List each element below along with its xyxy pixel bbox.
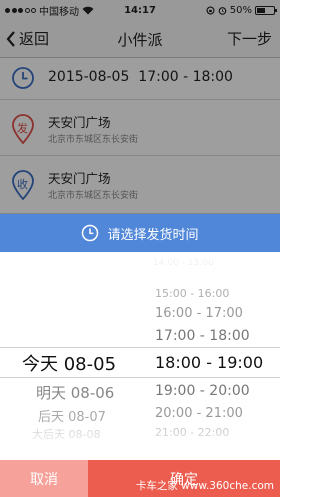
cancel-button[interactable]: 取消: [0, 460, 88, 497]
date-option[interactable]: 今天 08-05: [22, 350, 116, 376]
date-wheel[interactable]: 今天 08-05 明天 08-06 后天 08-07 大后天 08-08: [10, 252, 140, 460]
carrier-name: 中国移动: [39, 6, 79, 18]
alarm-icon: [218, 6, 227, 15]
time-option[interactable]: 21:00 - 22:00: [155, 426, 229, 439]
pickup-datetime: 2015-08-05 17:00 - 18:00: [48, 69, 233, 85]
next-step-button[interactable]: 下一步: [227, 28, 272, 49]
clock-icon: [12, 67, 34, 89]
back-label: 返回: [19, 30, 50, 48]
date-option[interactable]: 大后天 08-08: [32, 426, 100, 442]
time-option[interactable]: 19:00 - 20:00: [155, 383, 250, 399]
back-button[interactable]: 返回: [6, 28, 49, 49]
sender-row[interactable]: 发 天安门广场 北京市东城区东长安街: [0, 100, 280, 156]
pickup-date: 2015-08-05: [48, 69, 130, 85]
receiver-badge: 收: [17, 178, 28, 191]
clock-icon: [82, 224, 99, 242]
signal-icon: [5, 7, 36, 13]
receiver-name: 天安门广场: [48, 171, 111, 186]
picker-title: 请选择发货时间: [107, 227, 199, 243]
wifi-icon: [82, 6, 94, 14]
sender-name: 天安门广场: [48, 115, 111, 130]
nav-bar: 返回 小件派 下一步: [0, 20, 280, 58]
time-option[interactable]: 17:00 - 18:00: [155, 328, 250, 344]
time-picker[interactable]: 今天 08-05 明天 08-06 后天 08-07 大后天 08-08 14:…: [0, 252, 280, 460]
status-bar: 中国移动 14:17 50%: [0, 0, 280, 20]
battery-percent: 50%: [229, 4, 252, 16]
chevron-left-icon: [6, 30, 15, 47]
time-option[interactable]: 18:00 - 19:00: [155, 353, 263, 372]
time-wheel[interactable]: 14:00 - 15:00 15:00 - 16:00 16:00 - 17:0…: [145, 252, 280, 460]
receiver-row[interactable]: 收 天安门广场 北京市东城区东长安街: [0, 156, 280, 214]
receiver-address: 北京市东城区东长安街: [48, 191, 139, 201]
rotation-lock-icon: [206, 5, 215, 15]
time-option[interactable]: 20:00 - 21:00: [155, 406, 243, 421]
date-option[interactable]: 后天 08-07: [38, 406, 106, 425]
date-option[interactable]: 明天 08-06: [36, 382, 114, 403]
pickup-time-range: 17:00 - 18:00: [138, 69, 233, 85]
picker-header: 请选择发货时间: [0, 214, 280, 252]
time-option[interactable]: 16:00 - 17:00: [155, 306, 243, 321]
pickup-time-row[interactable]: 2015-08-05 17:00 - 18:00: [0, 58, 280, 100]
time-option[interactable]: 15:00 - 16:00: [155, 287, 229, 300]
sender-badge: 发: [17, 122, 28, 135]
battery-icon: [255, 5, 277, 15]
time-option[interactable]: 14:00 - 15:00: [153, 258, 214, 268]
sender-address: 北京市东城区东长安街: [48, 135, 139, 145]
confirm-button[interactable]: 确定: [88, 460, 280, 497]
